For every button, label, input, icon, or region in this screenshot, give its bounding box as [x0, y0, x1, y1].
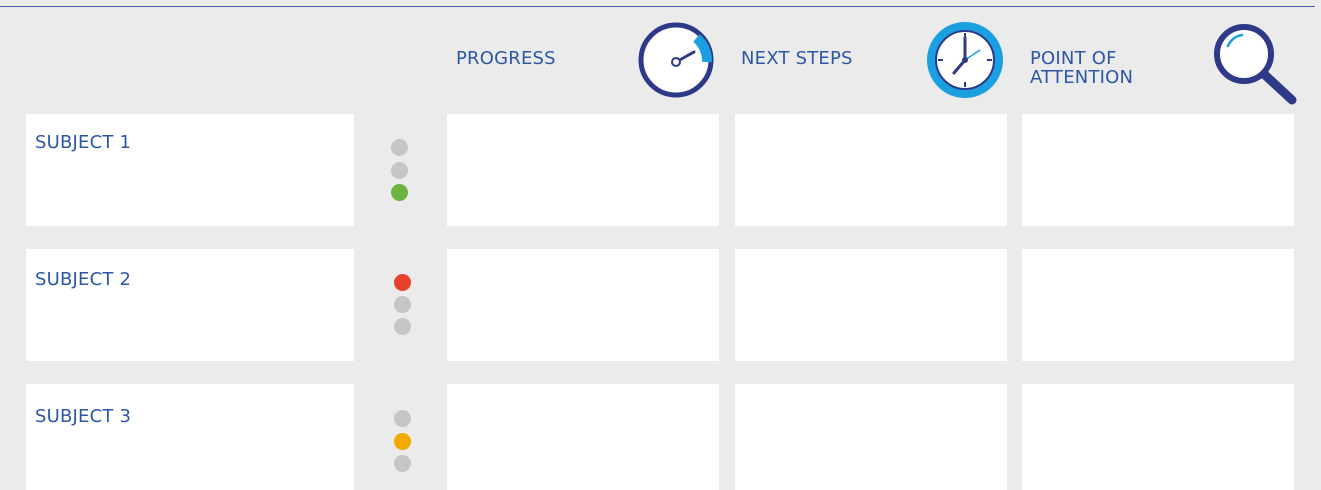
progress-cell: [447, 384, 719, 490]
point-of-attention-cell: [1022, 384, 1294, 490]
progress-cell: [447, 114, 719, 226]
status-light-amber: [391, 162, 408, 179]
status-light-green: [394, 455, 411, 472]
status-light-green: [391, 184, 408, 201]
status-light-red: [394, 410, 411, 427]
progress-header: PROGRESS: [456, 48, 556, 69]
subject-label: SUBJECT 3: [35, 406, 132, 427]
subject-card: [26, 249, 354, 361]
subject-label: SUBJECT 2: [35, 269, 132, 290]
next-steps-cell: [735, 249, 1007, 361]
point-of-attention-cell: [1022, 249, 1294, 361]
progress-cell: [447, 249, 719, 361]
next-steps-cell: [735, 114, 1007, 226]
clock-icon: [925, 20, 1005, 104]
magnifier-icon: [1212, 22, 1302, 110]
next-steps-header: NEXT STEPS: [741, 48, 853, 69]
status-light-red: [394, 274, 411, 291]
next-steps-cell: [735, 384, 1007, 490]
subject-card: [26, 114, 354, 226]
status-light-red: [391, 139, 408, 156]
gauge-icon: [636, 22, 716, 102]
subject-card: [26, 384, 354, 490]
point-of-attention-cell: [1022, 114, 1294, 226]
point-of-attention-header: POINT OF ATTENTION: [1030, 48, 1134, 88]
top-divider: [0, 6, 1315, 7]
status-light-green: [394, 318, 411, 335]
status-light-amber: [394, 296, 411, 313]
subject-label: SUBJECT 1: [35, 132, 132, 153]
status-light-amber: [394, 433, 411, 450]
